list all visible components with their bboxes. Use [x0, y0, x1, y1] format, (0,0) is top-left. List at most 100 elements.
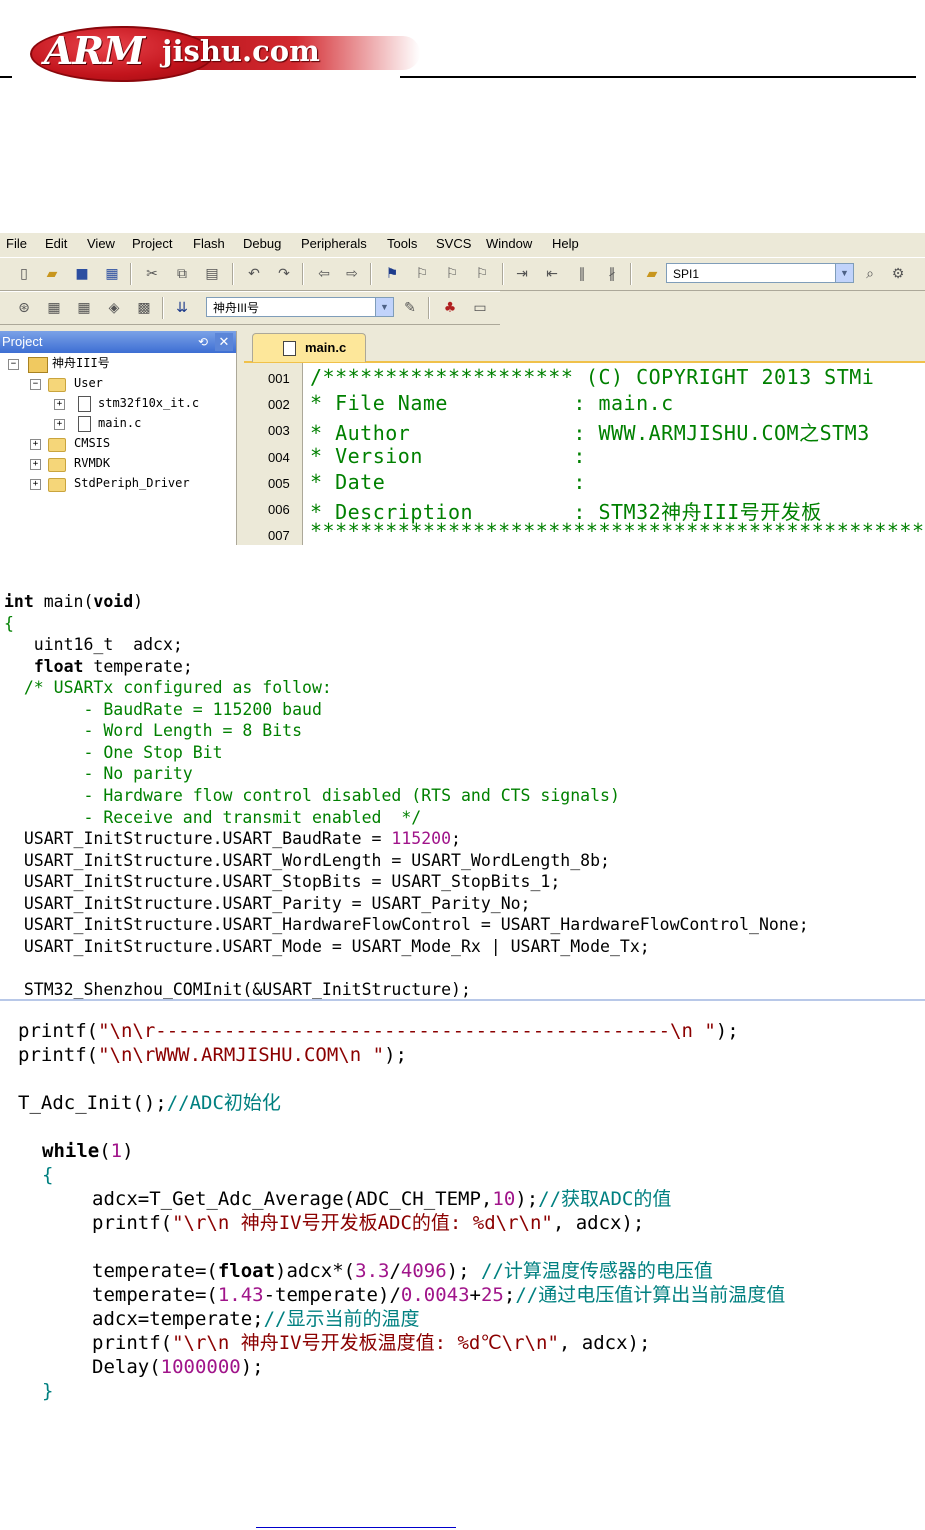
file-icon — [283, 341, 296, 356]
expand-icon[interactable]: + — [54, 419, 65, 430]
menu-flash[interactable]: Flash — [193, 236, 225, 251]
code-line: float temperate; — [33, 657, 193, 676]
menu-debug[interactable]: Debug — [243, 236, 281, 251]
menu-tools[interactable]: Tools — [387, 236, 417, 251]
project-target-combo[interactable]: 神舟III号 ▼ — [206, 297, 394, 317]
bookmark-next-icon[interactable]: ⚐ — [442, 264, 462, 284]
cut-icon[interactable]: ✂ — [142, 264, 162, 284]
code-comment: /* USARTx configured as follow: — [4, 678, 332, 697]
tree-item-rvmdk[interactable]: RVMDK — [74, 453, 110, 473]
expand-icon[interactable]: + — [30, 459, 41, 470]
project-root-icon — [28, 357, 48, 373]
code-line: printf("\n\rWWW.ARMJISHU.COM\n "); — [18, 1044, 407, 1066]
batch-build-icon[interactable]: ◈ — [104, 298, 124, 318]
line-number: 003 — [268, 423, 290, 438]
save-icon[interactable]: ■ — [72, 264, 92, 284]
code-line: printf("\r\n 神舟IV号开发板温度值: %d℃\r\n", adcx… — [92, 1332, 651, 1354]
translate-icon[interactable]: ⊛ — [14, 298, 34, 318]
comment-icon[interactable]: ∥ — [572, 264, 592, 284]
toolbar-separator — [130, 263, 132, 285]
nav-forward-icon[interactable]: ⇨ — [342, 264, 362, 284]
menu-peripherals[interactable]: Peripherals — [301, 236, 367, 251]
menu-edit[interactable]: Edit — [45, 236, 67, 251]
uncomment-icon[interactable]: ∦ — [602, 264, 622, 284]
manage-components-icon[interactable]: ♣ — [440, 298, 460, 318]
unindent-icon[interactable]: ⇤ — [542, 264, 562, 284]
chevron-down-icon[interactable]: ▼ — [375, 298, 393, 316]
code-line: STM32_Shenzhou_COMInit(&USART_InitStruct… — [4, 980, 471, 999]
tree-item-user[interactable]: User — [74, 373, 103, 393]
bookmark-icon[interactable]: ⚑ — [382, 264, 402, 284]
code-line: printf("\n\r----------------------------… — [18, 1020, 739, 1042]
target-options-icon[interactable]: ✎ — [400, 298, 420, 318]
debug-settings-icon[interactable]: ⚙ — [888, 264, 908, 284]
editor-line[interactable]: * Date : — [310, 470, 586, 494]
tree-item-stm32f10x-it[interactable]: stm32f10x_it.c — [98, 393, 199, 413]
line-number: 006 — [268, 502, 290, 517]
menu-window[interactable]: Window — [486, 236, 532, 251]
code-line: USART_InitStructure.USART_BaudRate = 115… — [4, 829, 461, 848]
editor-line[interactable]: * Author : WWW.ARMJISHU.COM之STM3 — [310, 417, 870, 446]
tab-main-c[interactable]: main.c — [252, 333, 366, 362]
code-comment: - BaudRate = 115200 baud — [4, 700, 322, 719]
menu-project[interactable]: Project — [132, 236, 172, 251]
expand-icon[interactable]: + — [30, 479, 41, 490]
new-file-icon[interactable]: ▯ — [14, 264, 34, 284]
logo-arm-text: ARM — [44, 28, 145, 73]
tree-item-stdperiph[interactable]: StdPeriph_Driver — [74, 473, 190, 493]
find-icon[interactable]: ⌕ — [860, 264, 880, 284]
code-line: { — [4, 614, 14, 633]
target-combo[interactable]: SPI1 ▼ — [666, 263, 854, 283]
rebuild-icon[interactable]: ▦ — [74, 298, 94, 318]
code-comment: - Hardware flow control disabled (RTS an… — [4, 786, 620, 805]
expand-icon[interactable]: + — [30, 439, 41, 450]
menu-svcs[interactable]: SVCS — [436, 236, 471, 251]
editor-line[interactable]: ****************************************… — [310, 519, 925, 543]
line-number: 005 — [268, 476, 290, 491]
chevron-down-icon[interactable]: ▼ — [835, 264, 853, 282]
editor-line[interactable]: * Version : — [310, 444, 586, 468]
line-number: 001 — [268, 371, 290, 386]
editor-line[interactable]: * File Name : main.c — [310, 391, 674, 415]
header-rule-left — [0, 76, 12, 78]
tree-item-main-c[interactable]: main.c — [98, 413, 141, 433]
ide-window: File Edit View Project Flash Debug Perip… — [0, 233, 925, 545]
redo-icon[interactable]: ↷ — [274, 264, 294, 284]
code-line: uint16_t adcx; — [4, 635, 183, 654]
toolbar-file: ▯ ▰ ■ ▦ ✂ ⧉ ▤ ↶ ↷ ⇦ ⇨ ⚑ ⚐ ⚐ ⚐ ⇥ ⇤ ∥ ∦ ▰ … — [0, 257, 925, 291]
nav-back-icon[interactable]: ⇦ — [314, 264, 334, 284]
expand-icon[interactable]: + — [54, 399, 65, 410]
menu-file[interactable]: File — [6, 236, 27, 251]
load-download-icon[interactable]: ⇊ — [172, 298, 192, 318]
line-number-gutter: 001 002 003 004 005 006 007 — [244, 363, 303, 545]
menu-view[interactable]: View — [87, 236, 115, 251]
undo-icon[interactable]: ↶ — [244, 264, 264, 284]
find-in-files-icon[interactable]: ▰ — [642, 264, 662, 284]
tree-item-root[interactable]: 神舟III号 — [52, 353, 110, 373]
bookmark-clear-icon[interactable]: ⚐ — [472, 264, 492, 284]
paste-icon[interactable]: ▤ — [202, 264, 222, 284]
toolbar-separator — [302, 263, 304, 285]
close-icon[interactable]: ✕ — [215, 333, 233, 351]
save-all-icon[interactable]: ▦ — [102, 264, 122, 284]
copy-icon[interactable]: ⧉ — [172, 264, 192, 284]
logo-domain-text: jishu.com — [162, 34, 320, 68]
build-icon[interactable]: ▦ — [44, 298, 64, 318]
pin-icon[interactable]: ⟲ — [194, 333, 212, 351]
toolbar-separator — [232, 263, 234, 285]
stop-build-icon[interactable]: ▩ — [134, 298, 154, 318]
section-divider — [0, 999, 925, 1001]
collapse-icon[interactable]: − — [8, 359, 19, 370]
collapse-icon[interactable]: − — [30, 379, 41, 390]
menu-help[interactable]: Help — [552, 236, 579, 251]
open-folder-icon[interactable]: ▰ — [42, 264, 62, 284]
window-layout-icon[interactable]: ▭ — [470, 298, 490, 318]
menu-bar: File Edit View Project Flash Debug Perip… — [0, 233, 925, 255]
footer-link-underline[interactable] — [256, 1527, 456, 1528]
tree-item-cmsis[interactable]: CMSIS — [74, 433, 110, 453]
editor-line[interactable]: /******************** (C) COPYRIGHT 2013… — [310, 365, 874, 389]
toolbar-build: ⊛ ▦ ▦ ◈ ▩ ⇊ 神舟III号 ▼ ✎ ♣ ▭ — [0, 291, 500, 325]
indent-icon[interactable]: ⇥ — [512, 264, 532, 284]
code-line: USART_InitStructure.USART_Parity = USART… — [4, 894, 531, 913]
bookmark-prev-icon[interactable]: ⚐ — [412, 264, 432, 284]
